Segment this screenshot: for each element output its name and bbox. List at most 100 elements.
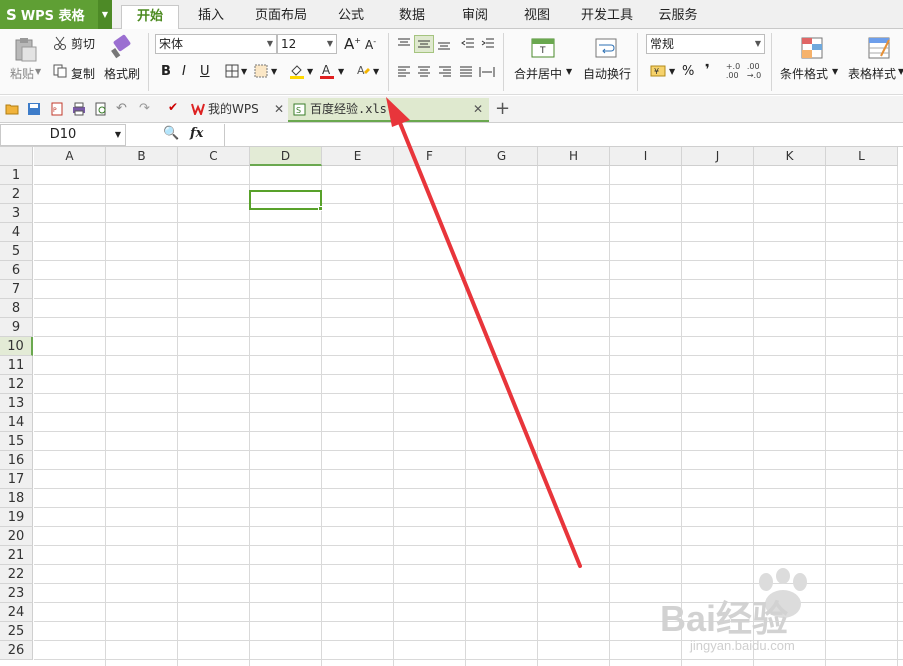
conditional-format-icon[interactable] <box>799 35 825 61</box>
column-header-b[interactable]: B <box>106 147 178 166</box>
table-style-button[interactable]: 表格样式 <box>848 65 896 82</box>
print-preview-icon[interactable] <box>94 102 108 116</box>
save-icon[interactable] <box>27 102 41 116</box>
column-header-h[interactable]: H <box>538 147 610 166</box>
open-folder-icon[interactable] <box>5 102 19 116</box>
decrease-decimal-icon[interactable]: .00 →.0 <box>745 61 763 81</box>
row-header-24[interactable]: 24 <box>0 603 33 622</box>
auto-wrap-button[interactable]: 自动换行 <box>583 65 631 82</box>
column-header-j[interactable]: J <box>682 147 754 166</box>
chevron-down-icon[interactable]: ▼ <box>98 0 112 29</box>
underline-button[interactable]: U <box>200 64 210 79</box>
column-header-f[interactable]: F <box>394 147 466 166</box>
chevron-down-icon[interactable]: ▼ <box>669 67 675 76</box>
column-header-a[interactable]: A <box>34 147 106 166</box>
row-header-13[interactable]: 13 <box>0 394 33 413</box>
row-header-15[interactable]: 15 <box>0 432 33 451</box>
row-header-25[interactable]: 25 <box>0 622 33 641</box>
column-header-k[interactable]: K <box>754 147 826 166</box>
row-header-10[interactable]: 10 <box>0 337 33 356</box>
column-header-d[interactable]: D <box>250 147 322 166</box>
merge-center-icon[interactable]: T <box>530 35 556 61</box>
align-middle-icon[interactable] <box>414 35 434 53</box>
table-style-icon[interactable] <box>866 35 892 61</box>
align-left-icon[interactable] <box>396 65 412 79</box>
conditional-format-button[interactable]: 条件格式 <box>780 65 828 82</box>
redo-icon[interactable]: ↷ <box>139 101 150 116</box>
format-painter-button[interactable]: 格式刷 <box>104 65 140 82</box>
formula-input[interactable] <box>224 124 903 146</box>
chevron-down-icon[interactable]: ▼ <box>307 67 313 76</box>
row-header-6[interactable]: 6 <box>0 261 33 280</box>
column-header-i[interactable]: I <box>610 147 682 166</box>
increase-indent-icon[interactable] <box>480 37 496 51</box>
copy-icon[interactable] <box>52 63 68 79</box>
column-header-g[interactable]: G <box>466 147 538 166</box>
row-header-7[interactable]: 7 <box>0 280 33 299</box>
row-header-5[interactable]: 5 <box>0 242 33 261</box>
tab-home[interactable]: 开始 <box>121 5 179 30</box>
doc-tab-my-wps[interactable]: 我的WPS ✕ <box>186 98 288 122</box>
chevron-down-icon[interactable]: ▼ <box>241 67 247 76</box>
undo-icon[interactable]: ↶ <box>116 101 127 116</box>
cut-button[interactable]: 剪切 <box>71 35 95 52</box>
chevron-down-icon[interactable]: ▼ <box>373 67 379 76</box>
copy-button[interactable]: 复制 <box>71 65 95 82</box>
row-header-22[interactable]: 22 <box>0 565 33 584</box>
chevron-down-icon[interactable]: ▼ <box>832 67 838 76</box>
align-right-icon[interactable] <box>437 65 453 79</box>
row-header-17[interactable]: 17 <box>0 470 33 489</box>
customize-toolbar-icon[interactable]: ✔ <box>168 100 178 114</box>
row-header-8[interactable]: 8 <box>0 299 33 318</box>
chevron-down-icon[interactable]: ▼ <box>566 67 572 76</box>
tab-formulas[interactable]: 公式 <box>325 5 377 29</box>
tab-data[interactable]: 数据 <box>386 5 438 29</box>
tab-review[interactable]: 审阅 <box>449 5 501 29</box>
merge-center-button[interactable]: 合并居中 <box>514 65 562 82</box>
row-header-20[interactable]: 20 <box>0 527 33 546</box>
cell-style-icon[interactable] <box>253 63 269 79</box>
column-header-c[interactable]: C <box>178 147 250 166</box>
paste-button[interactable] <box>10 35 40 65</box>
column-header-e[interactable]: E <box>322 147 394 166</box>
row-header-2[interactable]: 2 <box>0 185 33 204</box>
zoom-lookup-icon[interactable]: 🔍 <box>163 126 179 141</box>
increase-font-icon[interactable]: A+ <box>344 35 361 53</box>
print-icon[interactable] <box>72 102 86 116</box>
percent-button[interactable]: % <box>682 64 694 79</box>
insert-function-button[interactable]: fx <box>190 126 203 141</box>
tab-cloud[interactable]: 云服务 <box>650 5 706 29</box>
paste-dropdown-icon[interactable]: ▼ <box>35 67 41 76</box>
row-header-3[interactable]: 3 <box>0 204 33 223</box>
select-all-corner[interactable] <box>0 147 33 166</box>
column-header-l[interactable]: L <box>826 147 898 166</box>
currency-icon[interactable]: ¥ <box>649 63 667 79</box>
row-header-12[interactable]: 12 <box>0 375 33 394</box>
comma-button[interactable]: ❜ <box>705 62 710 78</box>
bold-button[interactable]: B <box>161 64 171 79</box>
close-icon[interactable]: ✕ <box>274 98 284 120</box>
chevron-down-icon[interactable]: ▼ <box>898 67 903 76</box>
row-header-21[interactable]: 21 <box>0 546 33 565</box>
paste-label[interactable]: 粘贴 <box>10 65 34 82</box>
scissors-icon[interactable] <box>52 35 68 51</box>
row-header-23[interactable]: 23 <box>0 584 33 603</box>
new-tab-plus-icon[interactable]: + <box>495 98 510 119</box>
clear-format-icon[interactable]: A <box>354 62 372 80</box>
wrap-text-icon[interactable] <box>593 35 619 61</box>
justify-icon[interactable] <box>458 65 474 79</box>
align-bottom-icon[interactable] <box>436 37 452 51</box>
italic-button[interactable]: I <box>182 64 186 79</box>
name-box[interactable]: D10 ▼ <box>0 124 126 146</box>
align-center-icon[interactable] <box>416 65 432 79</box>
row-header-18[interactable]: 18 <box>0 489 33 508</box>
font-size-select[interactable]: 12 ▼ <box>277 34 337 54</box>
tab-view[interactable]: 视图 <box>511 5 563 29</box>
chevron-down-icon[interactable]: ▼ <box>338 67 344 76</box>
row-header-14[interactable]: 14 <box>0 413 33 432</box>
close-icon[interactable]: ✕ <box>473 98 483 120</box>
number-format-select[interactable]: 常规 ▼ <box>646 34 765 54</box>
row-header-4[interactable]: 4 <box>0 223 33 242</box>
fill-handle[interactable] <box>318 206 323 211</box>
doc-tab-baidu-jingyan[interactable]: S 百度经验.xls ✕ <box>288 98 489 122</box>
